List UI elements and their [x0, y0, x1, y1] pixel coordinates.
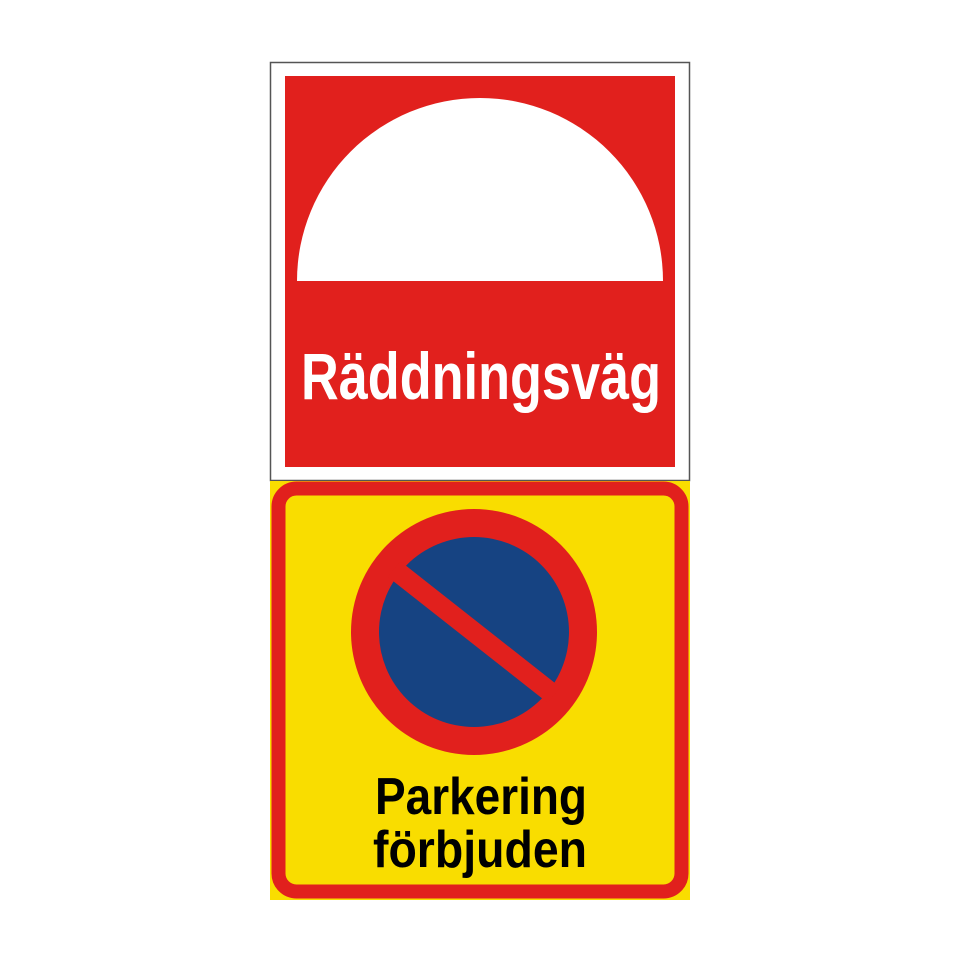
sign-assembly: Räddningsväg Parkering förbjuden	[269, 61, 691, 900]
sign-label: Räddningsväg	[301, 339, 661, 413]
sign-text-line1: Parkering	[375, 768, 587, 826]
no-parking-sign: Parkering förbjuden	[270, 481, 690, 900]
rescue-route-sign: Räddningsväg	[269, 61, 691, 482]
no-parking-icon	[351, 509, 597, 755]
sign-text-line2: förbjuden	[373, 821, 587, 879]
